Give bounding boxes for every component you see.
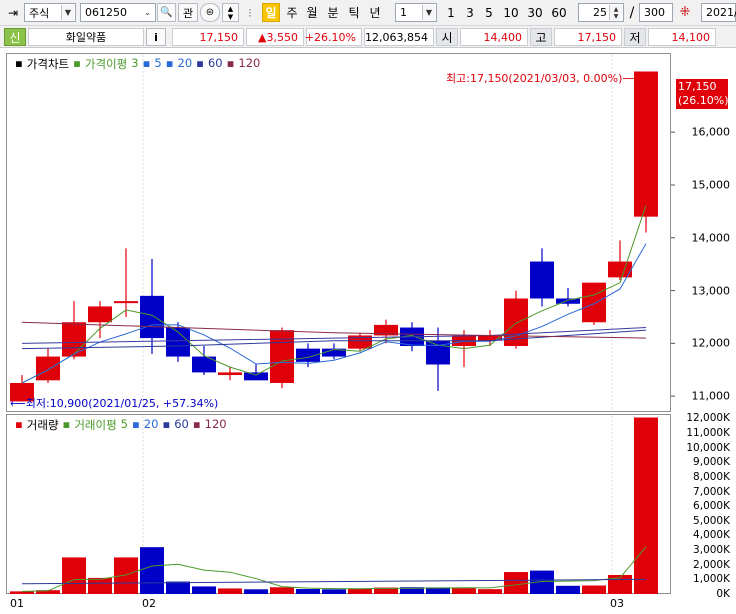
volume-tick-label: 0K bbox=[716, 588, 730, 600]
volume-bar bbox=[140, 547, 164, 594]
volume-bar bbox=[478, 589, 502, 594]
high-annotation-text: 최고:17,150(2021/03/03, 0.00%) bbox=[446, 72, 623, 85]
low-annotation-text: 최저:10,900(2021/01/25, +57.34%) bbox=[25, 397, 219, 410]
x-label-mar: 03 bbox=[610, 597, 624, 610]
volume-bar bbox=[634, 417, 658, 594]
price-tick-label: 14,000 bbox=[691, 231, 731, 245]
candle-body bbox=[62, 322, 86, 357]
candle-body bbox=[530, 261, 554, 299]
candle-body bbox=[244, 372, 268, 381]
volume-bar bbox=[504, 572, 528, 594]
last-price-pct: (26.10%) bbox=[678, 94, 729, 107]
arrow-right-icon: ⟶ bbox=[622, 72, 639, 85]
volume-tick-label: 4,000K bbox=[693, 529, 730, 542]
volume-bar bbox=[452, 588, 476, 594]
price-tick-label: 13,000 bbox=[691, 284, 731, 298]
volume-tick-label: 2,000K bbox=[693, 558, 730, 571]
candle-body bbox=[88, 306, 112, 323]
candle-body bbox=[634, 71, 658, 217]
volume-tick-label: 10,000K bbox=[686, 441, 730, 454]
volume-tick-label: 7,000K bbox=[693, 485, 730, 498]
candle-body bbox=[140, 295, 164, 339]
ma120-line bbox=[21, 321, 647, 339]
last-price-value: 17,150 bbox=[678, 80, 717, 93]
candle-body bbox=[218, 372, 242, 376]
last-price-tag: 17,150 (26.10%) bbox=[676, 79, 729, 109]
volume-bar bbox=[270, 587, 294, 594]
volume-tick-label: 12,000K bbox=[686, 412, 730, 425]
volume-bar bbox=[166, 581, 190, 594]
price-tick-label: 11,000 bbox=[691, 389, 731, 403]
price-tick-label: 15,000 bbox=[691, 178, 731, 192]
volume-tick-label: 3,000K bbox=[693, 544, 730, 557]
volume-bar bbox=[88, 577, 112, 594]
volume-bar bbox=[348, 588, 372, 594]
volume-bar bbox=[244, 589, 268, 594]
volume-bar bbox=[296, 589, 320, 594]
volume-y-axis: 12,000K 11,000K 10,000K 9,000K 8,000K 7,000K 6… bbox=[672, 412, 736, 600]
x-label-feb: 02 bbox=[142, 597, 156, 610]
candle-body bbox=[270, 330, 294, 383]
volume-tick-label: 9,000K bbox=[693, 456, 730, 469]
low-annotation: ⟵최저:10,900(2021/01/25, +57.34%) bbox=[10, 395, 218, 411]
candle-body bbox=[556, 298, 580, 304]
high-annotation: 최고:17,150(2021/03/03, 0.00%)⟶ bbox=[446, 70, 638, 86]
candle-body bbox=[582, 282, 606, 323]
volume-bar bbox=[582, 585, 606, 594]
x-label-jan: 01 bbox=[10, 597, 24, 610]
candle-body bbox=[114, 301, 138, 304]
arrow-left-icon: ⟵ bbox=[10, 397, 26, 410]
volume-bar bbox=[10, 591, 34, 594]
volume-bar bbox=[192, 586, 216, 594]
volume-bar bbox=[114, 557, 138, 594]
volume-bar bbox=[62, 557, 86, 594]
price-tick-label: 12,000 bbox=[691, 336, 731, 350]
price-tick-label: 16,000 bbox=[691, 125, 731, 139]
volume-tick-label: 1,000K bbox=[693, 573, 730, 586]
volume-bar bbox=[556, 585, 580, 594]
candle-body bbox=[36, 356, 60, 381]
volume-tick-label: 6,000K bbox=[693, 500, 730, 513]
volume-tick-label: 8,000K bbox=[693, 470, 730, 483]
volume-bar bbox=[322, 589, 346, 594]
volume-tick-label: 11,000K bbox=[686, 427, 730, 440]
volume-tick-label: 5,000K bbox=[693, 514, 730, 527]
chart-canvas bbox=[10, 55, 675, 594]
volume-bar bbox=[218, 588, 242, 594]
